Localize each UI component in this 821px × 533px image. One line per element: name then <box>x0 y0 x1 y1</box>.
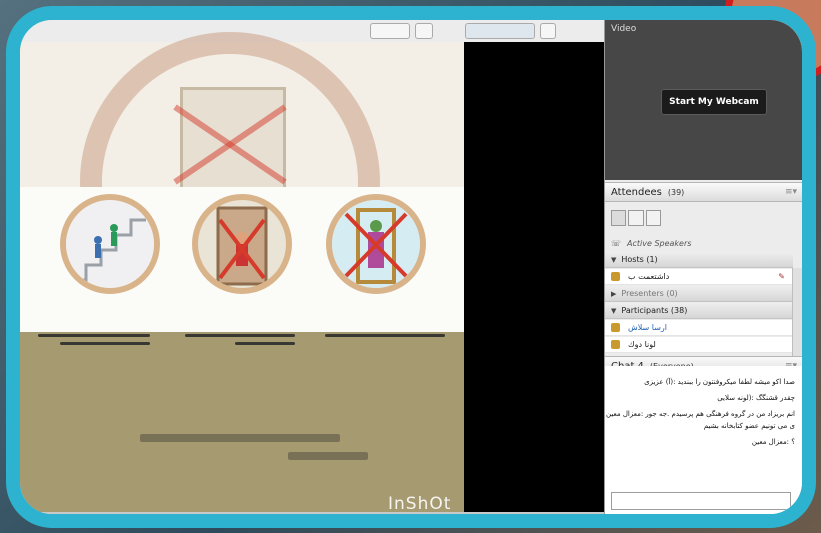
video-title: Video <box>611 24 637 34</box>
chevron-down-icon: ▼ <box>611 255 617 264</box>
attendee-view-toggles <box>611 210 661 226</box>
attendees-count: (39) <box>667 187 685 197</box>
chat-message: صدا اکو میشه لطفا میکروفنتون را ببندید :… <box>644 378 795 386</box>
participant-icon <box>611 340 620 349</box>
host-row[interactable]: داشتعمت ب ✎ <box>605 269 793 285</box>
presenters-section[interactable]: ▶ Presenters (0) <box>605 286 793 302</box>
toolbar-icon-button[interactable] <box>415 23 433 39</box>
participant-name: ارسا سلاش <box>628 323 668 332</box>
chevron-right-icon: ▶ <box>611 289 617 298</box>
caption-line <box>325 334 445 337</box>
share-toolbar <box>20 20 604 43</box>
mic-muted-icon: ✎ <box>778 272 785 281</box>
expand-view-icon[interactable] <box>628 210 644 226</box>
chat-message: انم بریزاد من در گروه فرهنگی هم پرسیدم .… <box>606 410 795 418</box>
participants-section[interactable]: ▼ Participants (38) <box>605 303 793 319</box>
chat-message: چقدر قشنگگ :(لونه سلایی <box>717 394 795 402</box>
inshot-watermark: InShOt <box>388 494 452 514</box>
active-speakers-label: Active Speakers <box>627 238 692 248</box>
active-speakers-row: ☏ Active Speakers <box>605 235 793 251</box>
doorway-person-icon <box>332 200 420 288</box>
caption-line <box>60 342 150 345</box>
attendees-header: Attendees (39) ≡▾ <box>605 182 802 202</box>
start-webcam-button[interactable]: Start My Webcam <box>661 89 767 115</box>
speaker-icon: ☏ <box>611 238 622 248</box>
presenters-label: Presenters (0) <box>621 289 678 298</box>
grid-icon[interactable] <box>540 23 556 39</box>
elevator-person-icon <box>216 206 268 286</box>
horizontal-scrollbar[interactable] <box>20 512 604 514</box>
cross-icon <box>173 104 287 185</box>
host-icon <box>611 272 620 281</box>
toolbar-button[interactable] <box>370 23 410 39</box>
chat-panel: صدا اکو میشه لطفا میکروفنتون را ببندید :… <box>605 366 802 514</box>
participants-label: Participants (38) <box>621 306 688 315</box>
sync-button[interactable] <box>465 23 535 39</box>
participant-icon <box>611 323 620 332</box>
slide: InShOt <box>20 32 464 514</box>
hosts-label: Hosts (1) <box>621 255 658 264</box>
chevron-down-icon: ▼ <box>611 306 617 315</box>
video-panel: Video Start My Webcam <box>605 20 802 180</box>
participant-row[interactable]: ارسا سلاش <box>605 320 793 336</box>
doorway-person-illustration <box>326 194 426 294</box>
letterbox-area <box>464 42 604 512</box>
stairs-icon <box>66 200 154 288</box>
attendees-title: Attendees <box>611 186 662 198</box>
chat-input[interactable] <box>611 492 791 510</box>
right-panels: Video Start My Webcam Attendees (39) ≡▾ … <box>604 20 802 514</box>
blurred-caption <box>288 452 368 460</box>
participant-row[interactable]: لونا دوك <box>605 337 793 353</box>
meeting-window: InShOt Video Start My Webcam Attendees (… <box>20 20 802 514</box>
caption-line <box>235 342 295 345</box>
attendees-scrollbar[interactable] <box>792 268 802 360</box>
caption-line <box>38 334 150 337</box>
list-view-icon[interactable] <box>611 210 627 226</box>
video-frame: InShOt Video Start My Webcam Attendees (… <box>6 6 816 528</box>
elevator-person-illustration <box>192 194 292 294</box>
stairs-illustration <box>60 194 160 294</box>
hosts-section[interactable]: ▼ Hosts (1) <box>605 252 793 268</box>
blurred-caption <box>140 434 340 442</box>
attendees-menu-icon[interactable]: ≡▾ <box>785 187 797 197</box>
participant-name: لونا دوك <box>628 340 656 349</box>
slide-header-image <box>20 32 464 332</box>
sort-view-icon[interactable] <box>645 210 661 226</box>
chat-message: ی می تونیم عضو کتابخانه بشیم <box>703 422 795 430</box>
caption-line <box>185 334 295 337</box>
host-name: داشتعمت ب <box>628 272 670 281</box>
chat-message: ؟ :معزال معین <box>751 438 795 446</box>
